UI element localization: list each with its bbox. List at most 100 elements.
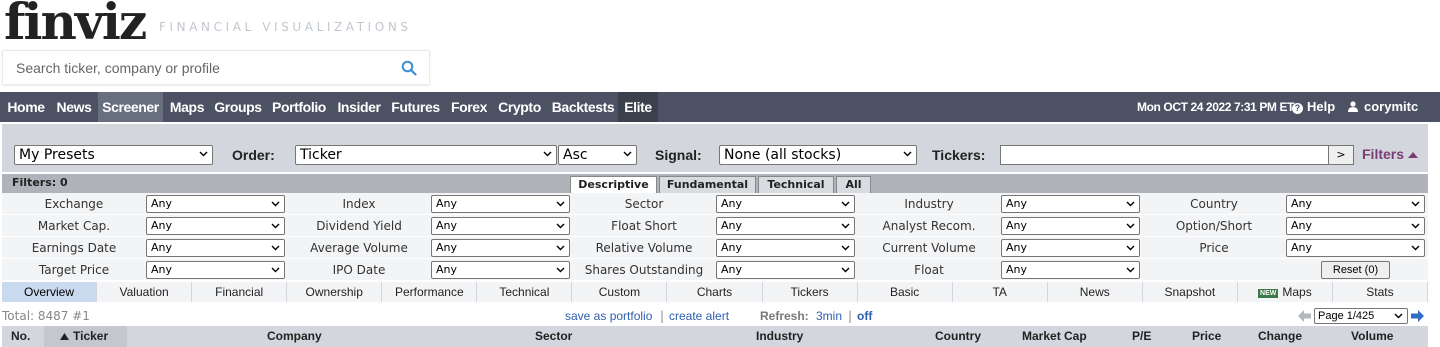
- tab-all[interactable]: All: [836, 176, 871, 193]
- chevron-down-icon: [1126, 201, 1135, 207]
- col-industry[interactable]: Industry: [756, 326, 803, 347]
- filters-toggle[interactable]: Filters: [1362, 146, 1418, 162]
- view-tab-performance[interactable]: Performance: [382, 282, 478, 302]
- chevron-down-icon: [841, 267, 850, 273]
- view-tab-charts[interactable]: Charts: [667, 282, 763, 302]
- view-tab-overview[interactable]: Overview: [2, 282, 98, 302]
- filter-select[interactable]: Any: [1001, 239, 1140, 257]
- filter-select[interactable]: Any: [1286, 195, 1425, 213]
- presets-select[interactable]: My Presets: [14, 145, 213, 165]
- nav-forex[interactable]: Forex: [448, 92, 490, 122]
- filter-select[interactable]: Any: [1001, 217, 1140, 235]
- view-tab-ownership[interactable]: Ownership: [287, 282, 383, 302]
- filter-select[interactable]: Any: [146, 195, 285, 213]
- tickers-go-button[interactable]: >: [1328, 145, 1354, 165]
- prev-page-icon[interactable]: [1298, 310, 1311, 322]
- view-tab-stats[interactable]: Stats: [1332, 282, 1428, 302]
- col-market-cap[interactable]: Market Cap: [1022, 326, 1087, 347]
- order-direction-select[interactable]: Asc: [558, 145, 637, 165]
- chevron-down-icon: [841, 223, 850, 229]
- view-tab-maps[interactable]: NEW Maps: [1237, 282, 1333, 302]
- signal-select[interactable]: None (all stocks): [719, 145, 917, 165]
- filter-value: Any: [721, 197, 743, 210]
- save-as-portfolio-link[interactable]: save as portfolio: [565, 309, 652, 323]
- filter-select[interactable]: Any: [716, 261, 855, 279]
- search-box[interactable]: [2, 50, 430, 85]
- filter-select[interactable]: Any: [146, 217, 285, 235]
- view-tab-custom[interactable]: Custom: [572, 282, 668, 302]
- filter-select[interactable]: Any: [146, 239, 285, 257]
- reset-filters-button[interactable]: Reset (0): [1321, 261, 1390, 279]
- finviz-logo[interactable]: finviz: [4, 0, 147, 51]
- view-tab-valuation[interactable]: Valuation: [97, 282, 193, 302]
- nav-insider[interactable]: Insider: [335, 92, 383, 122]
- next-page-icon[interactable]: [1411, 310, 1424, 322]
- filter-select[interactable]: Any: [431, 261, 570, 279]
- filter-label: Dividend Yield: [316, 219, 402, 233]
- order-select[interactable]: Ticker: [295, 145, 557, 165]
- nav-crypto[interactable]: Crypto: [495, 92, 544, 122]
- col-no[interactable]: No.: [11, 326, 30, 347]
- filter-select[interactable]: Any: [146, 261, 285, 279]
- filter-select[interactable]: Any: [431, 239, 570, 257]
- user-menu[interactable]: corymitc: [1348, 92, 1418, 122]
- page-select[interactable]: Page 1/425: [1314, 308, 1408, 324]
- filter-label: Current Volume: [882, 241, 976, 255]
- nav-maps[interactable]: Maps: [167, 92, 207, 122]
- view-tab-basic[interactable]: Basic: [857, 282, 953, 302]
- help-link[interactable]: ? Help: [1292, 92, 1335, 122]
- tab-technical[interactable]: Technical: [758, 176, 834, 193]
- col-change[interactable]: Change: [1258, 326, 1302, 347]
- view-tab-tickers[interactable]: Tickers: [762, 282, 858, 302]
- view-tab-news[interactable]: News: [1047, 282, 1143, 302]
- refresh-off-link[interactable]: off: [857, 309, 872, 323]
- filter-select[interactable]: Any: [1001, 261, 1140, 279]
- col-company[interactable]: Company: [267, 326, 322, 347]
- filter-value: Any: [436, 219, 458, 232]
- col-country[interactable]: Country: [935, 326, 981, 347]
- tickers-input[interactable]: [1000, 145, 1329, 165]
- nav-elite[interactable]: Elite: [618, 92, 658, 122]
- view-tab-snapshot[interactable]: Snapshot: [1142, 282, 1238, 302]
- filter-select[interactable]: Any: [431, 217, 570, 235]
- col-volume[interactable]: Volume: [1351, 326, 1393, 347]
- view-tab-technical[interactable]: Technical: [477, 282, 573, 302]
- filter-select[interactable]: Any: [716, 217, 855, 235]
- col-sector[interactable]: Sector: [535, 326, 572, 347]
- nav-home[interactable]: Home: [4, 92, 48, 122]
- user-icon: [1348, 93, 1358, 112]
- view-tab-label: Custom: [598, 285, 641, 299]
- nav-groups[interactable]: Groups: [213, 92, 263, 122]
- filter-select[interactable]: Any: [1001, 195, 1140, 213]
- create-alert-link[interactable]: create alert: [669, 309, 729, 323]
- filter-select[interactable]: Any: [716, 239, 855, 257]
- col-label: Ticker: [73, 329, 109, 343]
- nav-screener[interactable]: Screener: [98, 92, 163, 122]
- filter-select[interactable]: Any: [1286, 217, 1425, 235]
- filter-select[interactable]: Any: [716, 195, 855, 213]
- search-icon[interactable]: [401, 60, 417, 76]
- col-ticker[interactable]: Ticker: [60, 326, 108, 347]
- tab-fundamental[interactable]: Fundamental: [659, 176, 756, 193]
- refresh-label: Refresh:: [760, 309, 809, 323]
- view-tab-financial[interactable]: Financial: [192, 282, 288, 302]
- nav-portfolio[interactable]: Portfolio: [269, 92, 329, 122]
- presets-value: My Presets: [19, 147, 95, 163]
- filter-select[interactable]: Any: [431, 195, 570, 213]
- nav-futures[interactable]: Futures: [389, 92, 442, 122]
- view-tab-ta[interactable]: TA: [952, 282, 1048, 302]
- filter-select[interactable]: Any: [1286, 239, 1425, 257]
- nav-news[interactable]: News: [54, 92, 94, 122]
- col-p-e[interactable]: P/E: [1132, 326, 1151, 347]
- refresh-interval-link[interactable]: 3min: [816, 309, 842, 323]
- chevron-down-icon: [543, 151, 552, 157]
- sort-asc-icon: [60, 333, 69, 340]
- filter-value: Any: [1291, 241, 1313, 254]
- col-price[interactable]: Price: [1192, 326, 1221, 347]
- tab-descriptive[interactable]: Descriptive: [570, 176, 657, 193]
- search-input[interactable]: [3, 51, 383, 84]
- filter-value: Any: [721, 219, 743, 232]
- nav-backtests[interactable]: Backtests: [550, 92, 616, 122]
- chevron-down-icon: [556, 201, 565, 207]
- filter-label: Price: [1199, 241, 1229, 255]
